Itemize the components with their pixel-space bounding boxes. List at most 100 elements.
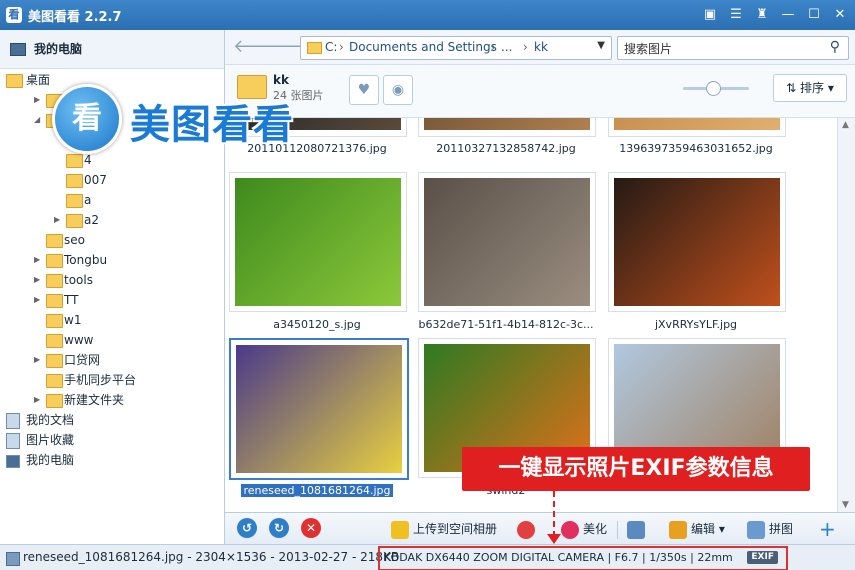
photo-image xyxy=(424,118,590,130)
sort-label: 排序 xyxy=(800,81,825,95)
photo-image xyxy=(614,118,780,130)
maximize-icon[interactable]: ☐ xyxy=(805,6,823,24)
path-folder-icon xyxy=(307,42,322,54)
skin-icon[interactable]: ♜ xyxy=(753,6,771,24)
tree-node[interactable]: 图片收藏 xyxy=(0,430,224,450)
folder-icon xyxy=(46,254,63,268)
photo-thumbnail[interactable] xyxy=(229,172,407,312)
photo-filename: 1396397359463031652.jpg xyxy=(619,142,773,155)
tree-node[interactable]: 4 xyxy=(0,150,224,170)
tree-node[interactable]: seo xyxy=(0,230,224,250)
sidebar-header[interactable]: 我的电脑 xyxy=(0,30,224,69)
app-icon: 看 xyxy=(6,7,22,23)
photo-filename: jXvRRYsYLF.jpg xyxy=(606,318,786,331)
grid-scrollbar[interactable]: ▲ ▼ xyxy=(837,118,855,512)
scroll-down-icon[interactable]: ▼ xyxy=(842,500,849,510)
puzzle-icon xyxy=(747,520,765,539)
search-icon[interactable]: ⚲ xyxy=(830,39,840,55)
collapse-arrow-icon[interactable]: ◢ xyxy=(34,110,40,130)
minimize-icon[interactable]: — xyxy=(779,6,797,24)
tree-node-label: Tongbu xyxy=(64,253,108,267)
window-title: 美图看看 2.2.7 xyxy=(28,10,122,25)
photo-filename-text: b632de71-51f1-4b14-812c-3c... xyxy=(418,318,594,331)
rotate-left-icon[interactable]: ↺ xyxy=(237,518,257,538)
image-file-icon xyxy=(6,552,20,566)
tree-node[interactable]: 我的电脑 xyxy=(0,450,224,470)
expand-arrow-icon[interactable]: ▶ xyxy=(34,350,40,370)
tree-node-label: tools xyxy=(64,273,93,287)
expand-arrow-icon[interactable]: ▶ xyxy=(34,90,40,110)
slideshow-icon xyxy=(627,520,645,539)
favorite-heart-icon[interactable]: ♥ xyxy=(349,75,379,105)
expand-arrow-icon[interactable]: ▶ xyxy=(34,390,40,410)
tree-node[interactable]: 手机同步平台 xyxy=(0,370,224,390)
title-bar: 看 美图看看 2.2.7 ▣ ☰ ♜ — ☐ ✕ xyxy=(0,0,855,30)
sort-button[interactable]: ⇅ 排序 ▾ xyxy=(773,74,847,102)
edit-button[interactable]: 编辑 ▾ xyxy=(669,518,725,540)
photo-thumbnail[interactable] xyxy=(418,172,596,312)
path-dropdown-icon[interactable]: ▼ xyxy=(597,40,605,51)
tree-node[interactable]: ▶ Tongbu xyxy=(0,250,224,270)
callout-pointer-line xyxy=(553,491,555,537)
photo-image xyxy=(424,178,590,306)
tree-node[interactable]: 007 xyxy=(0,170,224,190)
view-eye-icon[interactable]: ◉ xyxy=(383,75,413,105)
rotate-right-icon[interactable]: ↻ xyxy=(269,518,289,538)
upload-button[interactable]: 上传到空间相册 xyxy=(391,518,497,540)
slideshow-button[interactable] xyxy=(627,518,649,540)
photo-thumbnail[interactable] xyxy=(608,118,786,137)
photo-thumbnail[interactable] xyxy=(418,118,596,137)
tree-node-label: 口贷网 xyxy=(64,353,101,367)
folder-icon xyxy=(46,234,63,248)
status-bar: reneseed_1081681264.jpg - 2304×1536 - 20… xyxy=(0,544,855,570)
photo-filename-text: jXvRRYsYLF.jpg xyxy=(654,318,738,331)
scroll-up-icon[interactable]: ▲ xyxy=(842,120,849,130)
photo-filename: b632de71-51f1-4b14-812c-3c... xyxy=(416,318,596,331)
beautify-label: 美化 xyxy=(583,522,608,536)
tree-node[interactable]: a xyxy=(0,190,224,210)
expand-arrow-icon[interactable]: ▶ xyxy=(34,250,40,270)
slider-knob[interactable] xyxy=(706,81,722,96)
photo-filename: a3450120_s.jpg xyxy=(227,318,407,331)
crumb-ellipsis[interactable]: ... xyxy=(501,40,512,54)
delete-icon[interactable]: ✕ xyxy=(301,518,321,538)
window-controls: ▣ ☰ ♜ — ☐ ✕ xyxy=(701,6,849,24)
chat-icon[interactable]: ▣ xyxy=(701,6,719,24)
expand-arrow-icon[interactable]: ▶ xyxy=(34,290,40,310)
tree-node-label: 007 xyxy=(84,173,107,187)
selected-photo-thumbnail[interactable] xyxy=(229,338,409,480)
tree-node-label: a xyxy=(84,193,92,207)
weibo-share-button[interactable] xyxy=(517,518,539,540)
exif-button[interactable]: EXIF xyxy=(747,551,778,564)
photo-thumbnail[interactable] xyxy=(608,172,786,312)
toolbar-divider xyxy=(617,521,618,539)
sidebar-header-label: 我的电脑 xyxy=(34,42,83,56)
menu-icon[interactable]: ☰ xyxy=(727,6,745,24)
tree-node[interactable]: ▶ TT xyxy=(0,290,224,310)
thumbnail-size-slider[interactable] xyxy=(683,81,749,96)
photo-image xyxy=(614,178,780,306)
expand-arrow-icon[interactable]: ▶ xyxy=(54,210,60,230)
add-icon[interactable]: + xyxy=(819,518,836,540)
beautify-button[interactable]: 美化 xyxy=(561,518,607,540)
path-bar[interactable]: C: › Documents and Settings › ... › kk ▼ xyxy=(300,36,612,60)
crumb-documents[interactable]: Documents and Settings xyxy=(349,40,497,54)
tree-node[interactable]: ▶ a2 xyxy=(0,210,224,230)
tree-node[interactable]: 我的文档 xyxy=(0,410,224,430)
search-input[interactable]: 搜索图片 xyxy=(624,40,672,57)
beautify-icon xyxy=(561,520,579,539)
exif-info-box[interactable]: KODAK DX6440 ZOOM DIGITAL CAMERA | F6.7 … xyxy=(378,546,788,570)
crumb-kk[interactable]: kk xyxy=(534,40,548,54)
folder-icon xyxy=(46,294,63,308)
tree-node[interactable]: ▶ tools xyxy=(0,270,224,290)
crumb-drive[interactable]: C: xyxy=(325,40,337,54)
tree-node[interactable]: www xyxy=(0,330,224,350)
tree-node[interactable]: ▶ 口贷网 xyxy=(0,350,224,370)
tree-node[interactable]: w1 xyxy=(0,310,224,330)
photo-filename: 20110327132858742.jpg xyxy=(436,142,576,155)
close-icon[interactable]: ✕ xyxy=(831,6,849,24)
puzzle-button[interactable]: 拼图 xyxy=(747,518,793,540)
expand-arrow-icon[interactable]: ▶ xyxy=(34,270,40,290)
search-box[interactable]: 搜索图片 ⚲ xyxy=(617,36,849,60)
tree-node[interactable]: ▶ 新建文件夹 xyxy=(0,390,224,410)
